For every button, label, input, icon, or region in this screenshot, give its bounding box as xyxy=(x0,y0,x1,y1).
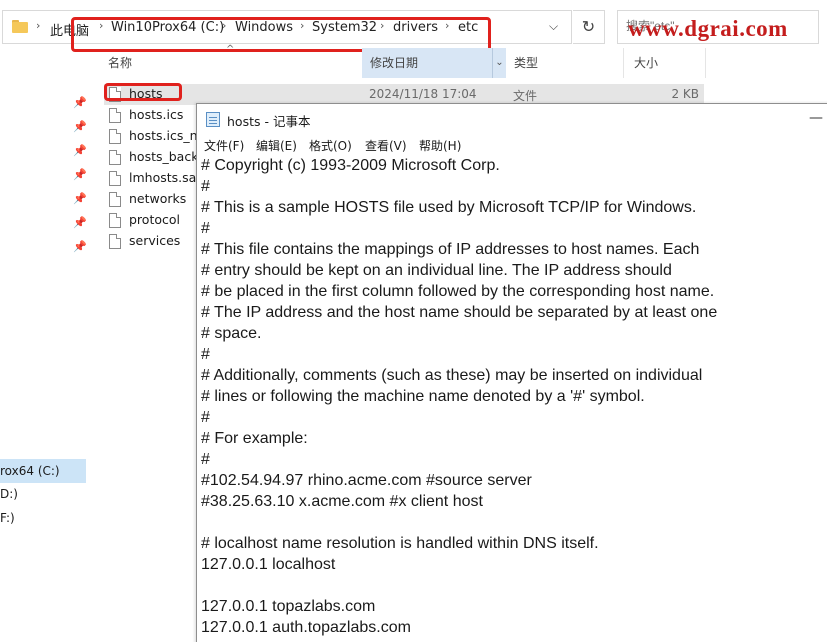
text-line: # space. xyxy=(201,325,262,342)
column-header-size[interactable]: 大小 xyxy=(626,48,706,78)
menu-file[interactable]: 文件(F) xyxy=(204,137,244,154)
notepad-menubar: 文件(F) 编辑(E) 格式(O) 查看(V) 帮助(H) xyxy=(197,134,827,154)
menu-edit[interactable]: 编辑(E) xyxy=(256,137,297,154)
minimize-icon[interactable]: — xyxy=(809,110,823,126)
hosts-highlight-box xyxy=(104,83,182,101)
column-filter-chevron-icon[interactable]: ⌄ xyxy=(492,48,506,78)
column-header-type[interactable]: 类型 xyxy=(506,48,624,78)
text-line: # localhost name resolution is handled w… xyxy=(201,535,599,552)
address-row: › 此电脑 › Win10Prox64 (C:) › Windows › Sys… xyxy=(0,8,827,52)
notepad-title: hosts - 记事本 xyxy=(227,114,311,129)
file-name: services xyxy=(129,233,181,248)
file-icon xyxy=(109,171,121,186)
notepad-icon xyxy=(206,112,220,127)
text-line: # For example: xyxy=(201,430,308,447)
file-icon xyxy=(109,150,121,165)
nav-drive-f[interactable]: F:) xyxy=(0,511,15,525)
pin-icon[interactable]: 📌 xyxy=(73,96,87,109)
file-size: 2 KB xyxy=(671,87,699,101)
text-line: # lines or following the machine name de… xyxy=(201,388,645,405)
text-line: 127.0.0.1 topazlabs.com xyxy=(201,598,376,615)
text-line: # xyxy=(201,178,210,195)
pin-icon[interactable]: 📌 xyxy=(73,192,87,205)
watermark-text: www.dgrai.com xyxy=(628,16,788,41)
folder-icon xyxy=(12,20,28,33)
file-type: 文件 xyxy=(513,89,538,103)
pin-icon[interactable]: 📌 xyxy=(73,120,87,133)
text-line: # xyxy=(201,451,210,468)
text-line: # This file contains the mappings of IP … xyxy=(201,241,700,258)
file-name: networks xyxy=(129,191,187,206)
refresh-icon: ↻ xyxy=(581,17,596,36)
text-line: # Copyright (c) 1993-2009 Microsoft Corp… xyxy=(201,157,500,174)
file-icon xyxy=(109,234,121,249)
text-line: # be placed in the first column followed… xyxy=(201,283,715,300)
menu-format[interactable]: 格式(O) xyxy=(309,137,352,154)
notepad-titlebar[interactable]: hosts - 记事本 — xyxy=(197,104,827,134)
column-header-name[interactable]: 名称 xyxy=(100,48,360,78)
text-line: # xyxy=(201,220,210,237)
text-line: #102.54.94.97 rhino.acme.com #source ser… xyxy=(201,472,532,489)
menu-view[interactable]: 查看(V) xyxy=(365,137,407,154)
text-line: # xyxy=(201,409,210,426)
text-line: 127.0.0.1 localhost xyxy=(201,556,336,573)
notepad-window: hosts - 记事本 — 文件(F) 编辑(E) 格式(O) 查看(V) 帮助… xyxy=(196,103,827,642)
file-row-hosts[interactable]: hosts 2024/11/18 17:04 文件 2 KB xyxy=(104,84,704,105)
file-icon xyxy=(109,192,121,207)
text-line: # entry should be kept on an individual … xyxy=(201,262,672,279)
nav-drive-c[interactable]: rox64 (C:) xyxy=(0,459,86,483)
file-date: 2024/11/18 17:04 xyxy=(369,87,477,101)
pin-icon[interactable]: 📌 xyxy=(73,240,87,253)
file-icon xyxy=(109,129,121,144)
text-line: #38.25.63.10 x.acme.com #x client host xyxy=(201,493,483,510)
text-line xyxy=(201,512,827,533)
breadcrumb-chevron-icon: › xyxy=(36,19,41,32)
text-line: # Additionally, comments (such as these)… xyxy=(201,367,703,384)
text-line xyxy=(201,575,827,596)
pin-icon[interactable]: 📌 xyxy=(73,144,87,157)
nav-drive-d[interactable]: D:) xyxy=(0,487,18,501)
menu-help[interactable]: 帮助(H) xyxy=(419,137,461,154)
file-name: protocol xyxy=(129,212,180,227)
file-icon xyxy=(109,213,121,228)
pin-icon[interactable]: 📌 xyxy=(73,216,87,229)
text-line: # The IP address and the host name shoul… xyxy=(201,304,718,321)
address-highlight-box xyxy=(71,17,491,52)
address-dropdown-icon[interactable]: ⌵ xyxy=(549,19,558,34)
notepad-text-area[interactable]: # Copyright (c) 1993-2009 Microsoft Corp… xyxy=(197,154,827,642)
file-name: hosts.ics_ne xyxy=(129,128,206,143)
file-name: hosts_backu xyxy=(129,149,206,164)
text-line: # This is a sample HOSTS file used by Mi… xyxy=(201,199,697,216)
text-line: # xyxy=(201,346,210,363)
refresh-button[interactable]: ↻ xyxy=(573,10,605,44)
text-line: 127.0.0.1 auth.topazlabs.com xyxy=(201,619,411,636)
pin-icon[interactable]: 📌 xyxy=(73,168,87,181)
column-header-date[interactable]: 修改日期 xyxy=(362,48,506,78)
file-name: hosts.ics xyxy=(129,107,184,122)
file-icon xyxy=(109,108,121,123)
column-headers: 名称 修改日期 ⌄ 类型 大小 xyxy=(100,48,827,78)
